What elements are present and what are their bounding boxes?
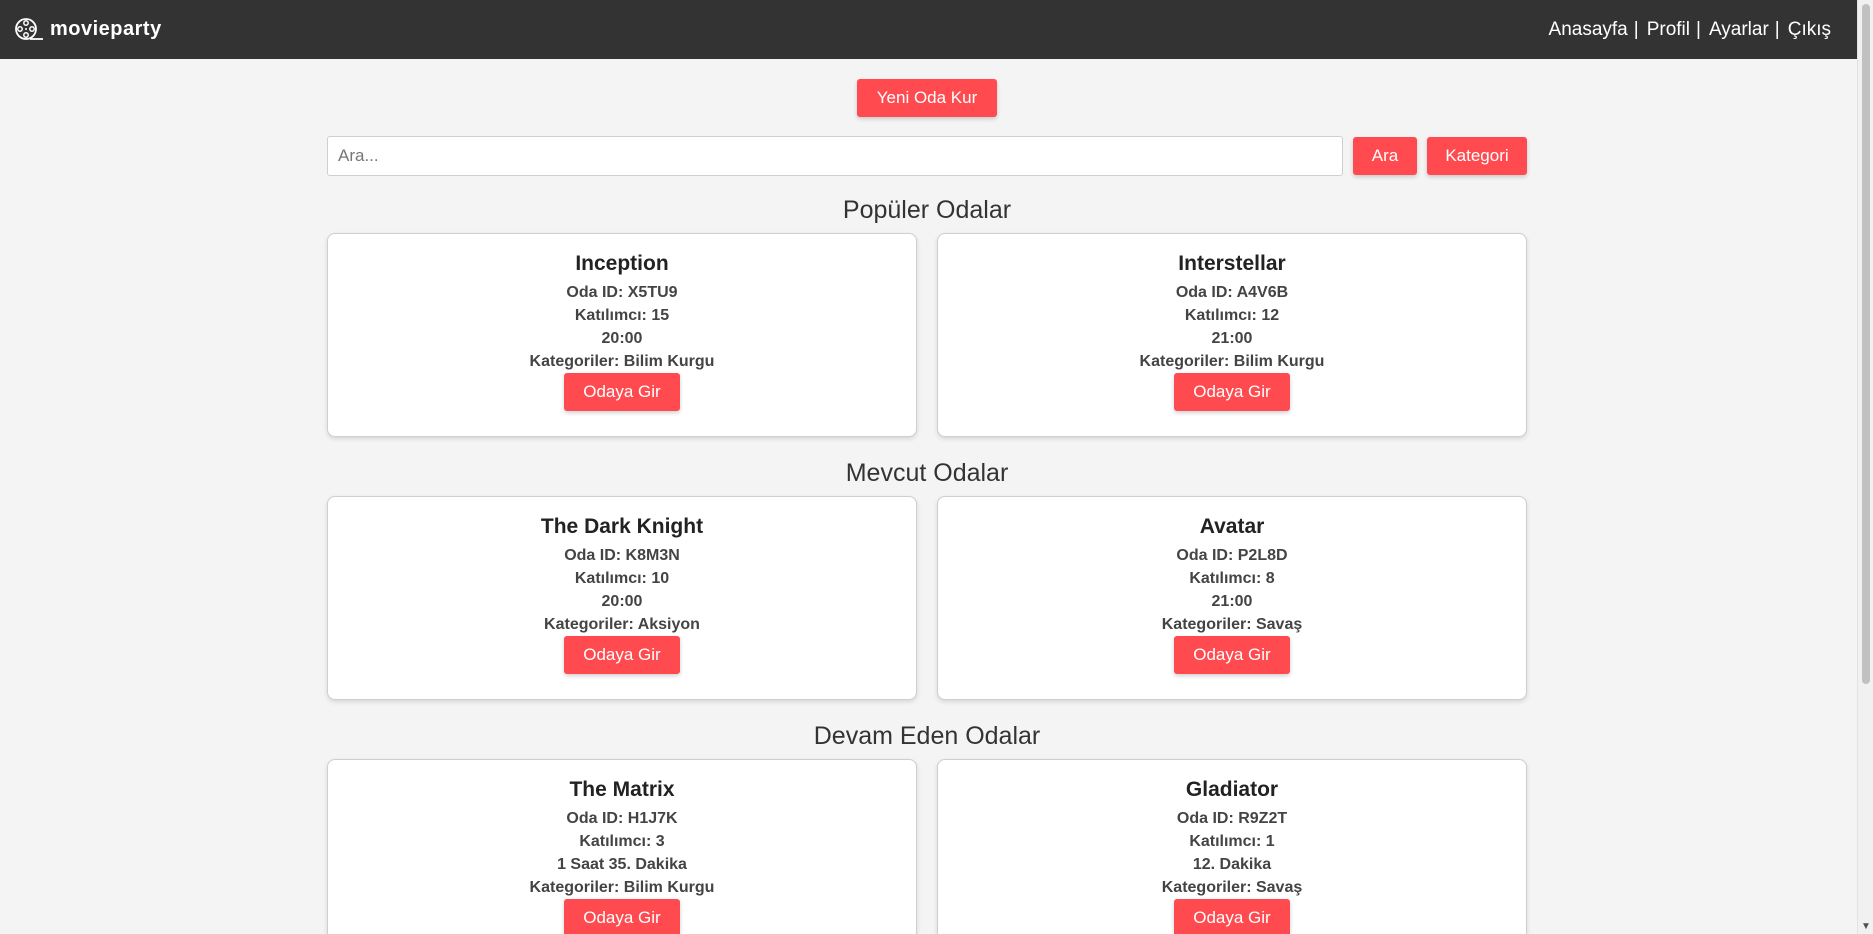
room-card: Gladiator Oda ID: R9Z2T Katılımcı: 1 12.… — [937, 759, 1527, 934]
room-participants: Katılımcı: 3 — [579, 833, 665, 850]
room-title: Interstellar — [1178, 252, 1286, 275]
scrollbar-thumb[interactable] — [1862, 4, 1870, 684]
room-time: 20:00 — [601, 330, 643, 347]
room-time: 1 Saat 35. Dakika — [557, 856, 687, 873]
nav-link-profil[interactable]: Profil — [1647, 19, 1690, 41]
room-id: Oda ID: K8M3N — [564, 547, 680, 564]
join-room-button[interactable]: Odaya Gir — [1174, 636, 1290, 674]
search-row: Ara Kategori — [327, 136, 1527, 176]
room-categories: Kategoriler: Bilim Kurgu — [529, 879, 715, 896]
room-id: Oda ID: X5TU9 — [566, 284, 678, 301]
brand[interactable]: movieparty — [14, 17, 162, 43]
room-card: Inception Oda ID: X5TU9 Katılımcı: 15 20… — [327, 233, 917, 437]
room-card-row: The Dark Knight Oda ID: K8M3N Katılımcı:… — [327, 496, 1527, 700]
room-card: Avatar Oda ID: P2L8D Katılımcı: 8 21:00 … — [937, 496, 1527, 700]
room-participants: Katılımcı: 15 — [574, 307, 670, 324]
nav-separator: | — [1774, 18, 1780, 40]
nav-link-ayarlar[interactable]: Ayarlar — [1709, 19, 1769, 41]
room-id: Oda ID: R9Z2T — [1176, 810, 1288, 827]
room-categories: Kategoriler: Aksiyon — [544, 616, 700, 633]
room-card: The Matrix Oda ID: H1J7K Katılımcı: 3 1 … — [327, 759, 917, 934]
room-card-row: Inception Oda ID: X5TU9 Katılımcı: 15 20… — [327, 233, 1527, 437]
vertical-scrollbar[interactable]: ▼ — [1857, 0, 1873, 934]
brand-name: movieparty — [50, 18, 162, 40]
room-card: The Dark Knight Oda ID: K8M3N Katılımcı:… — [327, 496, 917, 700]
room-title: The Dark Knight — [540, 515, 704, 538]
room-title: The Matrix — [569, 778, 675, 801]
search-input[interactable] — [327, 136, 1343, 176]
join-room-button[interactable]: Odaya Gir — [564, 636, 680, 674]
room-participants: Katılımcı: 12 — [1184, 307, 1280, 324]
section-title-devam-eden: Devam Eden Odalar — [813, 722, 1041, 750]
join-room-button[interactable]: Odaya Gir — [1174, 899, 1290, 934]
room-card-row: The Matrix Oda ID: H1J7K Katılımcı: 3 1 … — [327, 759, 1527, 934]
room-time: 21:00 — [1211, 593, 1253, 610]
room-categories: Kategoriler: Bilim Kurgu — [529, 353, 715, 370]
scroll-down-arrow-icon[interactable]: ▼ — [1861, 921, 1871, 932]
room-categories: Kategoriler: Bilim Kurgu — [1139, 353, 1325, 370]
nav-separator: | — [1633, 18, 1639, 40]
room-id: Oda ID: H1J7K — [566, 810, 678, 827]
room-time: 21:00 — [1211, 330, 1253, 347]
film-reel-icon — [15, 17, 43, 40]
room-time: 20:00 — [601, 593, 643, 610]
main-content: Yeni Oda Kur Ara Kategori Popüler Odalar… — [327, 59, 1527, 934]
nav-link-cikis[interactable]: Çıkış — [1788, 19, 1831, 41]
room-title: Avatar — [1199, 515, 1265, 538]
join-room-button[interactable]: Odaya Gir — [564, 373, 680, 411]
search-button[interactable]: Ara — [1353, 137, 1417, 175]
new-room-container: Yeni Oda Kur — [327, 79, 1527, 117]
section-title-mevcut: Mevcut Odalar — [845, 459, 1009, 487]
room-id: Oda ID: A4V6B — [1175, 284, 1289, 301]
join-room-button[interactable]: Odaya Gir — [564, 899, 680, 934]
nav-separator: | — [1696, 18, 1701, 40]
room-title: Gladiator — [1185, 778, 1279, 801]
category-button[interactable]: Kategori — [1427, 137, 1527, 175]
new-room-button[interactable]: Yeni Oda Kur — [856, 79, 998, 117]
room-participants: Katılımcı: 10 — [574, 570, 670, 587]
room-categories: Kategoriler: Savaş — [1161, 616, 1303, 633]
room-categories: Kategoriler: Savaş — [1161, 879, 1303, 896]
top-navbar: movieparty Anasayfa | Profil | Ayarlar |… — [0, 0, 1857, 59]
room-id: Oda ID: P2L8D — [1176, 547, 1288, 564]
room-card: Interstellar Oda ID: A4V6B Katılımcı: 12… — [937, 233, 1527, 437]
room-time: 12. Dakika — [1192, 856, 1272, 873]
join-room-button[interactable]: Odaya Gir — [1174, 373, 1290, 411]
room-participants: Katılımcı: 8 — [1189, 570, 1275, 587]
nav-link-anasayfa[interactable]: Anasayfa — [1549, 19, 1628, 41]
room-participants: Katılımcı: 1 — [1189, 833, 1275, 850]
room-title: Inception — [575, 252, 669, 275]
section-title-populer: Popüler Odalar — [842, 196, 1012, 224]
nav-links: Anasayfa | Profil | Ayarlar | Çıkış — [1549, 19, 1831, 41]
